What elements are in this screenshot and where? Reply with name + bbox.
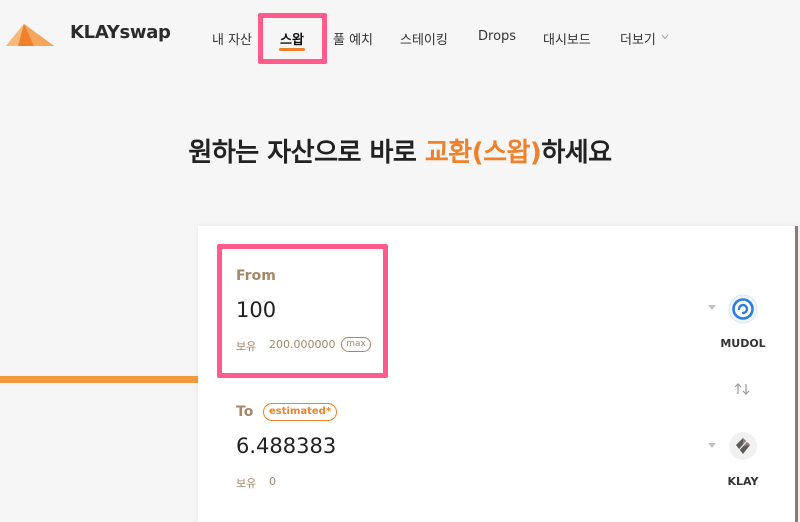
- headline-text-after: 하세요: [541, 138, 612, 168]
- from-token-name[interactable]: MUDOL: [713, 337, 773, 350]
- klayswap-logo-icon[interactable]: [4, 18, 56, 50]
- nav-item-drops[interactable]: Drops: [478, 29, 516, 44]
- headline-accent: 교환(스왑): [424, 138, 542, 168]
- swap-arrows-icon[interactable]: [733, 382, 751, 396]
- nav-item-staking[interactable]: 스테이킹: [400, 29, 448, 48]
- from-token-dropdown-icon[interactable]: [708, 305, 716, 311]
- mudol-swirl-icon[interactable]: [728, 294, 758, 324]
- nav-item-pool-deposit[interactable]: 풀 예치: [333, 29, 373, 48]
- from-amount-input[interactable]: 100: [236, 298, 276, 322]
- to-label: To: [236, 404, 254, 420]
- swap-card: From 100 보유 200.000000 max MUDOL To esti…: [198, 226, 798, 522]
- to-amount: 6.488383: [236, 434, 337, 458]
- nav-item-dashboard[interactable]: 대시보드: [543, 29, 591, 48]
- headline-text-before: 원하는 자산으로 바로: [188, 138, 425, 168]
- top-navigation: KLAYswap 내 자산 스왑 풀 예치 스테이킹 Drops 대시보드 더보…: [0, 0, 800, 72]
- nav-item-more[interactable]: 더보기: [620, 29, 656, 48]
- to-token-dropdown-icon[interactable]: [708, 443, 716, 449]
- active-tab-indicator: [279, 48, 305, 51]
- page-headline: 원하는 자산으로 바로 교환(스왑)하세요: [0, 132, 800, 169]
- from-balance-label: 보유: [236, 340, 257, 353]
- nav-item-my-assets[interactable]: 내 자산: [212, 29, 252, 48]
- estimated-badge: estimated*: [263, 403, 338, 421]
- max-button[interactable]: max: [341, 337, 371, 352]
- to-balance-label: 보유: [236, 477, 257, 490]
- brand-name[interactable]: KLAYswap: [70, 22, 171, 43]
- nav-item-swap[interactable]: 스왑: [280, 29, 304, 48]
- from-balance-value: 200.000000: [269, 338, 336, 351]
- chevron-down-icon[interactable]: [661, 33, 669, 41]
- decorative-orange-line: [0, 376, 198, 383]
- from-label: From: [236, 268, 276, 284]
- to-token-name[interactable]: KLAY: [713, 475, 773, 488]
- to-balance-value: 0: [269, 475, 276, 488]
- klay-token-icon[interactable]: [728, 431, 758, 461]
